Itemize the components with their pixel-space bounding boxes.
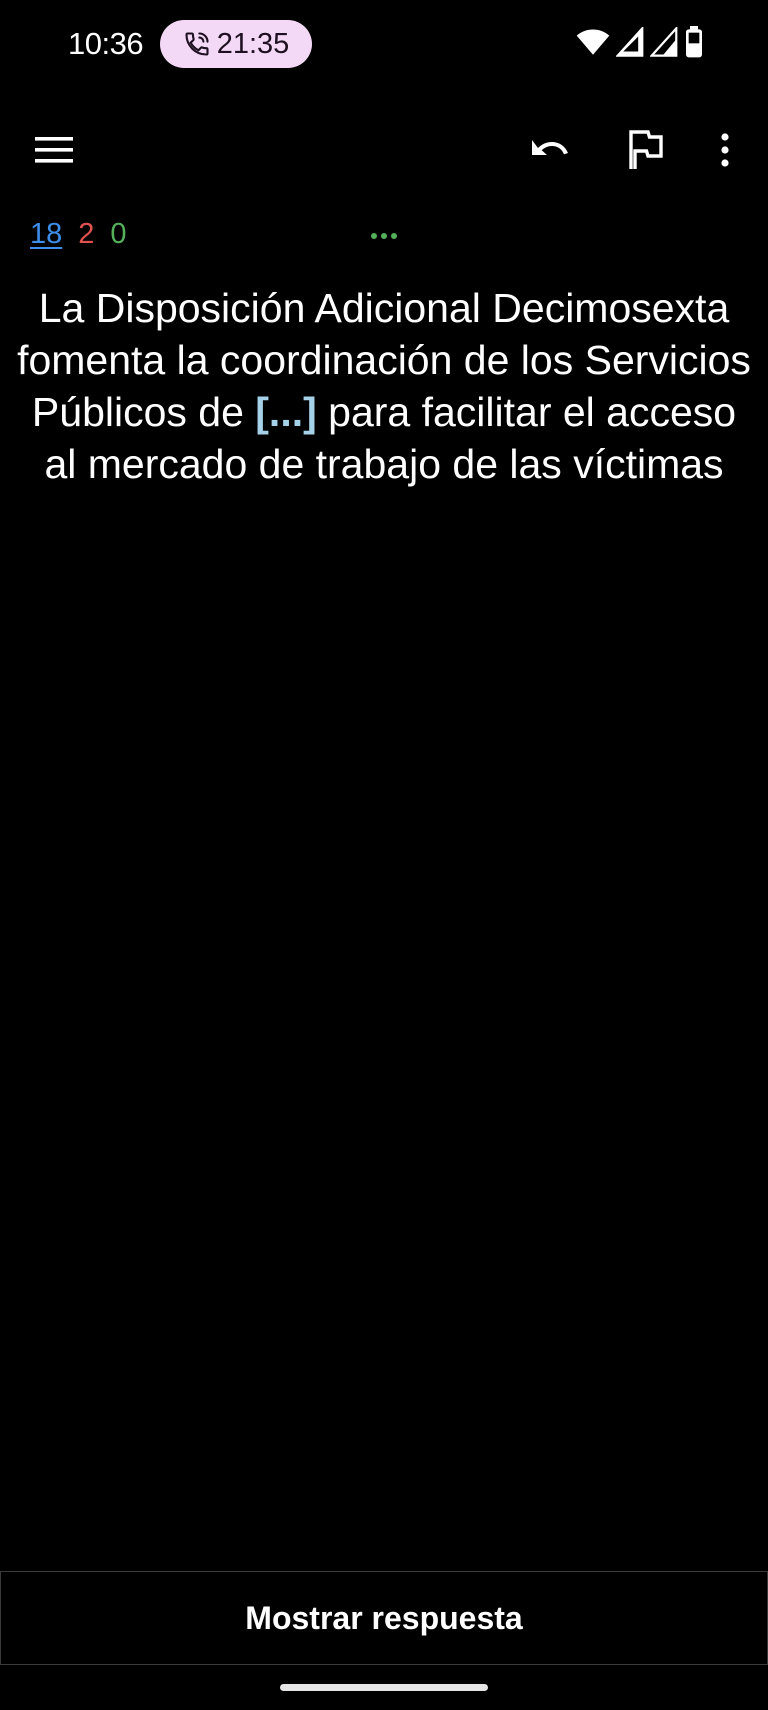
navigation-drawer-button[interactable] (26, 122, 82, 178)
ongoing-call-chip[interactable]: 21:35 (160, 20, 312, 68)
signal-icon-2 (650, 27, 678, 57)
call-duration: 21:35 (216, 27, 290, 60)
status-icons (576, 26, 704, 58)
card-question: La Disposición Adicional Decimosexta fom… (12, 282, 756, 490)
undo-icon (532, 140, 568, 155)
hamburger-menu-icon (35, 137, 73, 163)
show-answer-button[interactable]: Mostrar respuesta (0, 1571, 768, 1665)
undo-button[interactable] (522, 122, 578, 178)
battery-icon (686, 26, 702, 58)
home-indicator[interactable] (280, 1684, 488, 1691)
study-screen: 10:36 21:35 18 2 0 La Disposición Adicio… (0, 0, 768, 1710)
timer-dots-icon (371, 233, 397, 239)
more-vert-icon (721, 133, 729, 167)
flag-button[interactable] (618, 122, 674, 178)
signal-icon (616, 27, 644, 57)
status-bar: 10:36 21:35 (0, 0, 768, 88)
cloze-deletion: [...] (255, 389, 317, 435)
overflow-menu-button[interactable] (697, 122, 753, 178)
wifi-icon (576, 29, 610, 55)
phone-call-icon (185, 32, 209, 56)
reviewer-toolbar (0, 110, 768, 190)
flag-icon (629, 130, 663, 169)
learning-count: 2 (78, 218, 95, 250)
new-count: 18 (30, 218, 63, 250)
card-counts: 18 2 0 (30, 218, 127, 251)
status-clock: 10:36 (68, 26, 144, 61)
review-count: 0 (110, 218, 127, 250)
